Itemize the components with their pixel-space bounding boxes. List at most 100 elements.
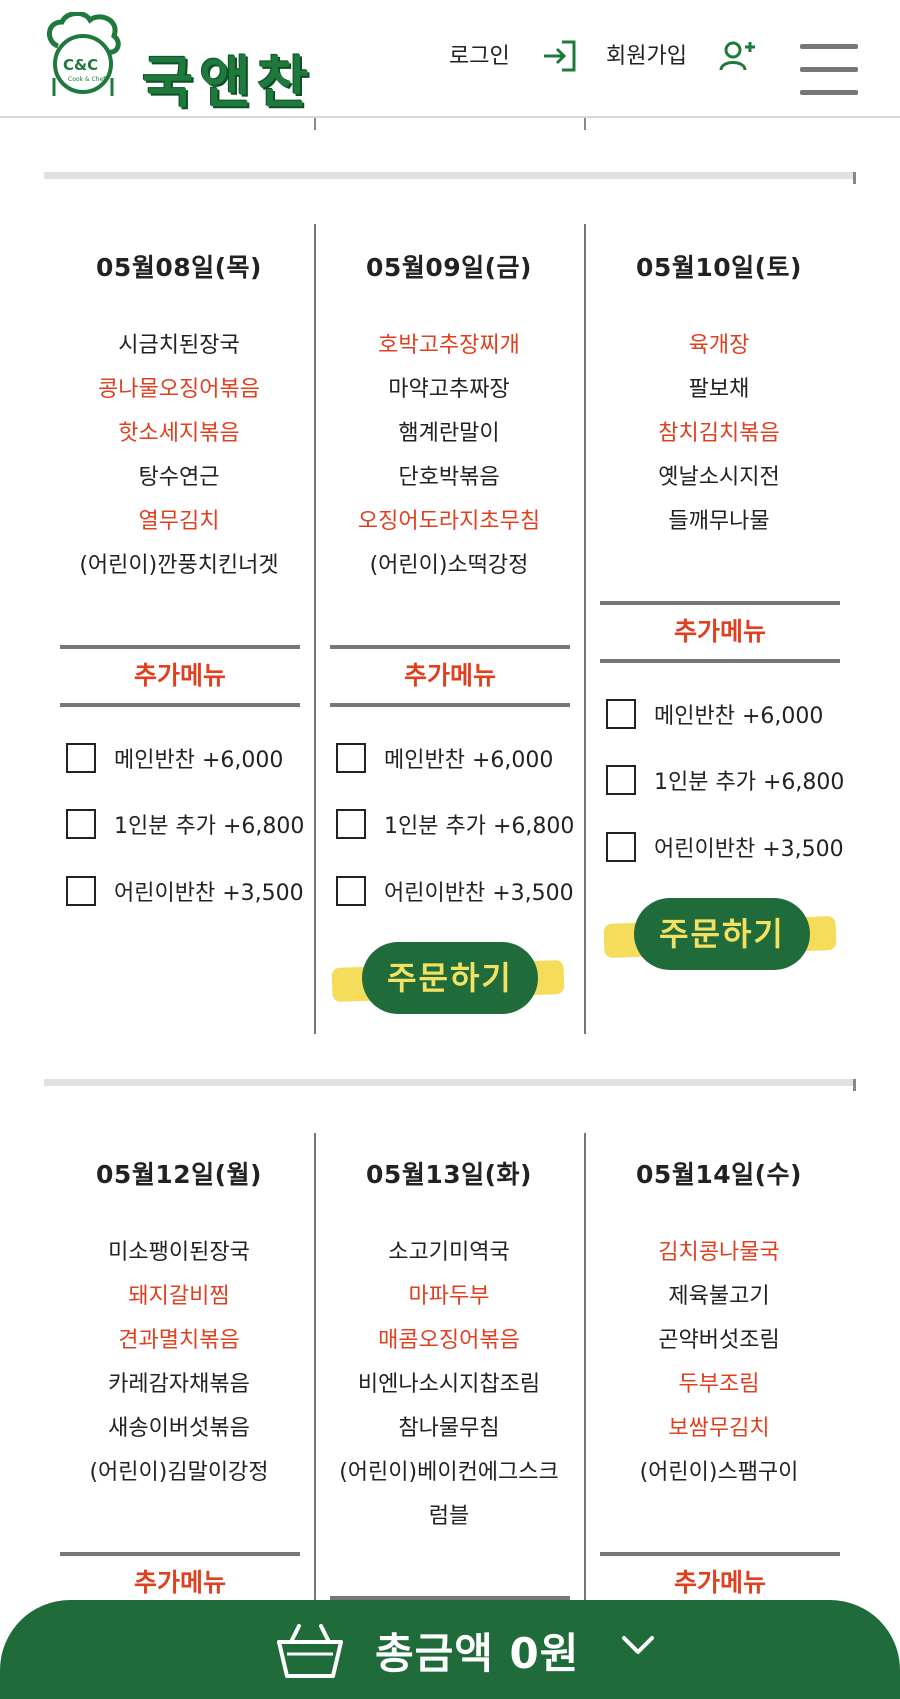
day-card: 05월13일(화) 소고기미역국 마파두부 매콤오징어볶음 비엔나소시지찹조림 … xyxy=(314,1155,584,1600)
dish-list: 시금치된장국 콩나물오징어볶음 핫소세지볶음 탕수연근 열무김치 (어린이)깐풍… xyxy=(44,324,314,588)
option-main-side[interactable]: 메인반찬 +6,000 xyxy=(606,694,823,734)
checkbox[interactable] xyxy=(336,743,366,773)
dish-list: 김치콩나물국 제육불고기 곤약버섯조림 두부조림 보쌈무김치 (어린이)스팸구이 xyxy=(584,1231,854,1495)
total-amount: 총금액 0원 xyxy=(375,1629,580,1678)
dish-list: 육개장 팔보채 참치김치볶음 옛날소시지전 들깨무나물 xyxy=(584,324,854,544)
cart-total-bar[interactable]: 총금액 0원 xyxy=(0,1600,900,1699)
dish-item: 돼지갈비찜 xyxy=(128,1284,230,1309)
add-user-icon[interactable] xyxy=(718,38,758,74)
day-date: 05월08일(목) xyxy=(96,253,262,282)
dish-list: 호박고추장찌개 마약고추짜장 햄계란말이 단호박볶음 오징어도라지초무침 (어린… xyxy=(314,324,584,588)
day-date: 05월14일(수) xyxy=(636,1160,802,1189)
extra-menu-header: 추가메뉴 xyxy=(60,645,300,707)
dish-item: 김치콩나물국 xyxy=(658,1240,780,1265)
option-main-side[interactable]: 메인반찬 +6,000 xyxy=(336,738,553,778)
chef-hat-logo-icon xyxy=(47,12,121,96)
checkbox[interactable] xyxy=(606,765,636,795)
dish-item: 옛날소시지전 xyxy=(658,465,780,490)
option-extra-portion[interactable]: 1인분 추가 +6,800 xyxy=(66,804,304,844)
basket-icon xyxy=(277,1624,343,1678)
dish-item: 열무김치 xyxy=(138,509,220,534)
dish-item: 마파두부 xyxy=(408,1284,490,1309)
order-button[interactable]: 주문하기 xyxy=(603,898,837,970)
dish-item: 참치김치볶음 xyxy=(658,421,780,446)
dish-item: 두부조림 xyxy=(678,1372,760,1397)
dish-item: 미소팽이된장국 xyxy=(108,1240,250,1265)
dish-item: 시금치된장국 xyxy=(118,333,240,358)
login-link[interactable]: 로그인 xyxy=(449,38,510,70)
checkbox[interactable] xyxy=(336,809,366,839)
dish-item: 보쌈무김치 xyxy=(668,1416,770,1441)
extra-menu-header: 추가메뉴 xyxy=(600,601,840,663)
day-date: 05월09일(금) xyxy=(366,253,532,282)
dish-item: (어린이)베이컨에그스크 xyxy=(339,1460,559,1485)
dish-list: 미소팽이된장국 돼지갈비찜 견과멸치볶음 카레감자채볶음 새송이버섯볶음 (어린… xyxy=(44,1231,314,1495)
day-date: 05월10일(토) xyxy=(636,253,802,282)
week-separator xyxy=(44,172,856,184)
dish-item: 제육불고기 xyxy=(668,1284,770,1309)
dish-item: 단호박볶음 xyxy=(398,465,500,490)
option-kids-side[interactable]: 어린이반찬 +3,500 xyxy=(606,827,844,867)
option-kids-side[interactable]: 어린이반찬 +3,500 xyxy=(66,871,304,911)
dish-item: 들깨무나물 xyxy=(668,509,770,534)
day-card: 05월12일(월) 미소팽이된장국 돼지갈비찜 견과멸치볶음 카레감자채볶음 새… xyxy=(44,1155,314,1614)
dish-item: 육개장 xyxy=(688,333,750,358)
site-logo[interactable]: C&C Cook & Chef 국앤찬 xyxy=(44,12,334,116)
day-card: 05월09일(금) 호박고추장찌개 마약고추짜장 햄계란말이 단호박볶음 오징어… xyxy=(314,248,584,1014)
option-extra-portion[interactable]: 1인분 추가 +6,800 xyxy=(606,760,844,800)
checkbox[interactable] xyxy=(606,832,636,862)
dish-item: 곤약버섯조림 xyxy=(658,1328,780,1353)
site-header: C&C Cook & Chef 국앤찬 로그인 회원가입 xyxy=(0,0,900,118)
logo-sub: Cook & Chef xyxy=(68,76,106,83)
dish-item: 새송이버섯볶음 xyxy=(108,1416,250,1441)
dish-item: (어린이)스팸구이 xyxy=(639,1460,799,1485)
extra-menu-title: 추가메뉴 xyxy=(673,617,766,646)
dish-item: 오징어도라지초무침 xyxy=(357,509,541,534)
checkbox[interactable] xyxy=(336,876,366,906)
dish-item: 매콤오징어볶음 xyxy=(378,1328,520,1353)
column-divider xyxy=(584,118,586,130)
logo-name: 국앤찬 xyxy=(142,51,315,116)
checkbox[interactable] xyxy=(606,699,636,729)
extra-menu-title: 추가메뉴 xyxy=(133,661,226,690)
checkbox[interactable] xyxy=(66,809,96,839)
dish-item: 팔보채 xyxy=(688,377,750,402)
option-main-side[interactable]: 메인반찬 +6,000 xyxy=(66,738,283,778)
login-icon[interactable] xyxy=(540,38,580,74)
dish-item: 비엔나소시지찹조림 xyxy=(357,1372,541,1397)
dish-list: 소고기미역국 마파두부 매콤오징어볶음 비엔나소시지찹조림 참나물무침 (어린이… xyxy=(314,1231,584,1539)
order-button-label: 주문하기 xyxy=(362,942,538,1014)
option-kids-side[interactable]: 어린이반찬 +3,500 xyxy=(336,871,574,911)
option-extra-portion[interactable]: 1인분 추가 +6,800 xyxy=(336,804,574,844)
dish-item: 마약고추짜장 xyxy=(388,377,510,402)
dish-item: 햄계란말이 xyxy=(398,421,500,446)
dish-item: (어린이)소떡강정 xyxy=(369,553,529,578)
signup-link[interactable]: 회원가입 xyxy=(606,38,687,70)
dish-item: 소고기미역국 xyxy=(388,1240,510,1265)
week-separator xyxy=(44,1079,856,1091)
day-date: 05월13일(화) xyxy=(366,1160,532,1189)
day-card: 05월08일(목) 시금치된장국 콩나물오징어볶음 핫소세지볶음 탕수연근 열무… xyxy=(44,248,314,906)
dish-item: (어린이)김말이강정 xyxy=(89,1460,269,1485)
logo-badge: C&C xyxy=(63,56,99,74)
dish-item: 카레감자채볶음 xyxy=(108,1372,250,1397)
dish-item: 핫소세지볶음 xyxy=(118,421,240,446)
checkbox[interactable] xyxy=(66,743,96,773)
day-card: 05월10일(토) 육개장 팔보채 참치김치볶음 옛날소시지전 들깨무나물 추가… xyxy=(584,248,854,970)
day-card: 05월14일(수) 김치콩나물국 제육불고기 곤약버섯조림 두부조림 보쌈무김치… xyxy=(584,1155,854,1614)
checkbox[interactable] xyxy=(66,876,96,906)
dish-item: 콩나물오징어볶음 xyxy=(98,377,260,402)
dish-item: (어린이)깐풍치킨너겟 xyxy=(79,553,279,578)
dish-item: 럼블 xyxy=(428,1504,470,1529)
chevron-down-icon[interactable] xyxy=(620,1630,656,1660)
dish-item: 견과멸치볶음 xyxy=(118,1328,240,1353)
dish-item: 참나물무침 xyxy=(398,1416,500,1441)
extra-menu-header: 추가메뉴 xyxy=(330,645,570,707)
order-button-label: 주문하기 xyxy=(634,898,810,970)
column-divider xyxy=(314,118,316,130)
hamburger-menu-icon[interactable] xyxy=(800,44,858,96)
dish-item: 탕수연근 xyxy=(138,465,220,490)
dish-item: 호박고추장찌개 xyxy=(378,333,520,358)
order-button[interactable]: 주문하기 xyxy=(331,942,565,1014)
day-date: 05월12일(월) xyxy=(96,1160,262,1189)
